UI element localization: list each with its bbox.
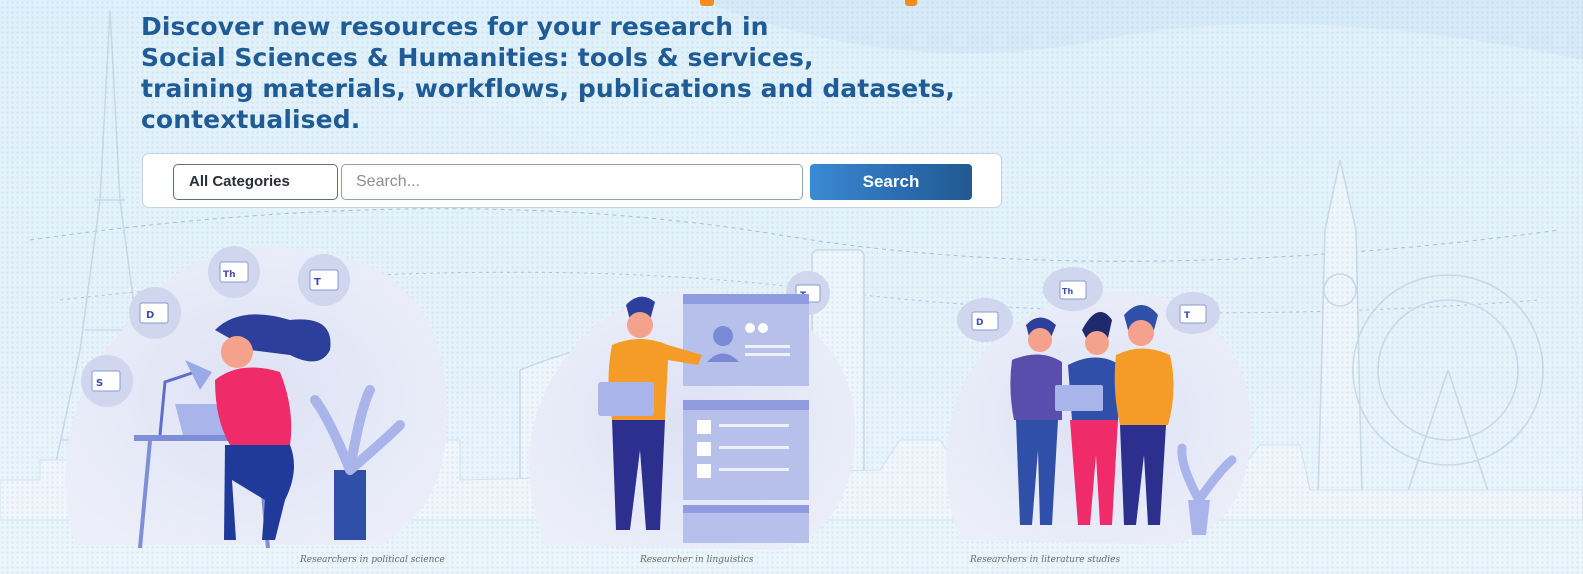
caption-literature-studies: Researchers in literature studies	[970, 555, 1121, 565]
researcher-linguistics-illustration: T	[528, 271, 856, 550]
svg-text:T: T	[1184, 311, 1191, 321]
svg-text:S: S	[96, 378, 103, 389]
tool-bubble-icon: T	[298, 254, 350, 306]
hero-banner: Discover new resources for your research…	[0, 0, 1583, 574]
researcher-political-science-illustration: D S Th T	[65, 246, 448, 549]
svg-text:D: D	[976, 318, 983, 328]
document-bubble-icon: D	[129, 287, 181, 339]
document-bubble-icon: D	[957, 298, 1013, 342]
service-bubble-icon: S	[81, 355, 133, 407]
tool-bubble-icon: T	[1166, 292, 1220, 334]
svg-text:Th: Th	[1062, 287, 1073, 296]
researchers-literature-illustration: D Th T	[945, 267, 1251, 545]
caption-linguistics: Researcher in linguistics	[640, 555, 754, 565]
svg-text:D: D	[146, 310, 154, 321]
training-bubble-icon: Th	[1043, 267, 1103, 311]
training-bubble-icon: Th	[208, 246, 260, 298]
caption-political-science: Researchers in political science	[300, 555, 445, 565]
svg-text:T: T	[314, 277, 321, 288]
illustrations: D S Th T D Th T	[65, 246, 1251, 550]
svg-text:Th: Th	[223, 270, 236, 280]
